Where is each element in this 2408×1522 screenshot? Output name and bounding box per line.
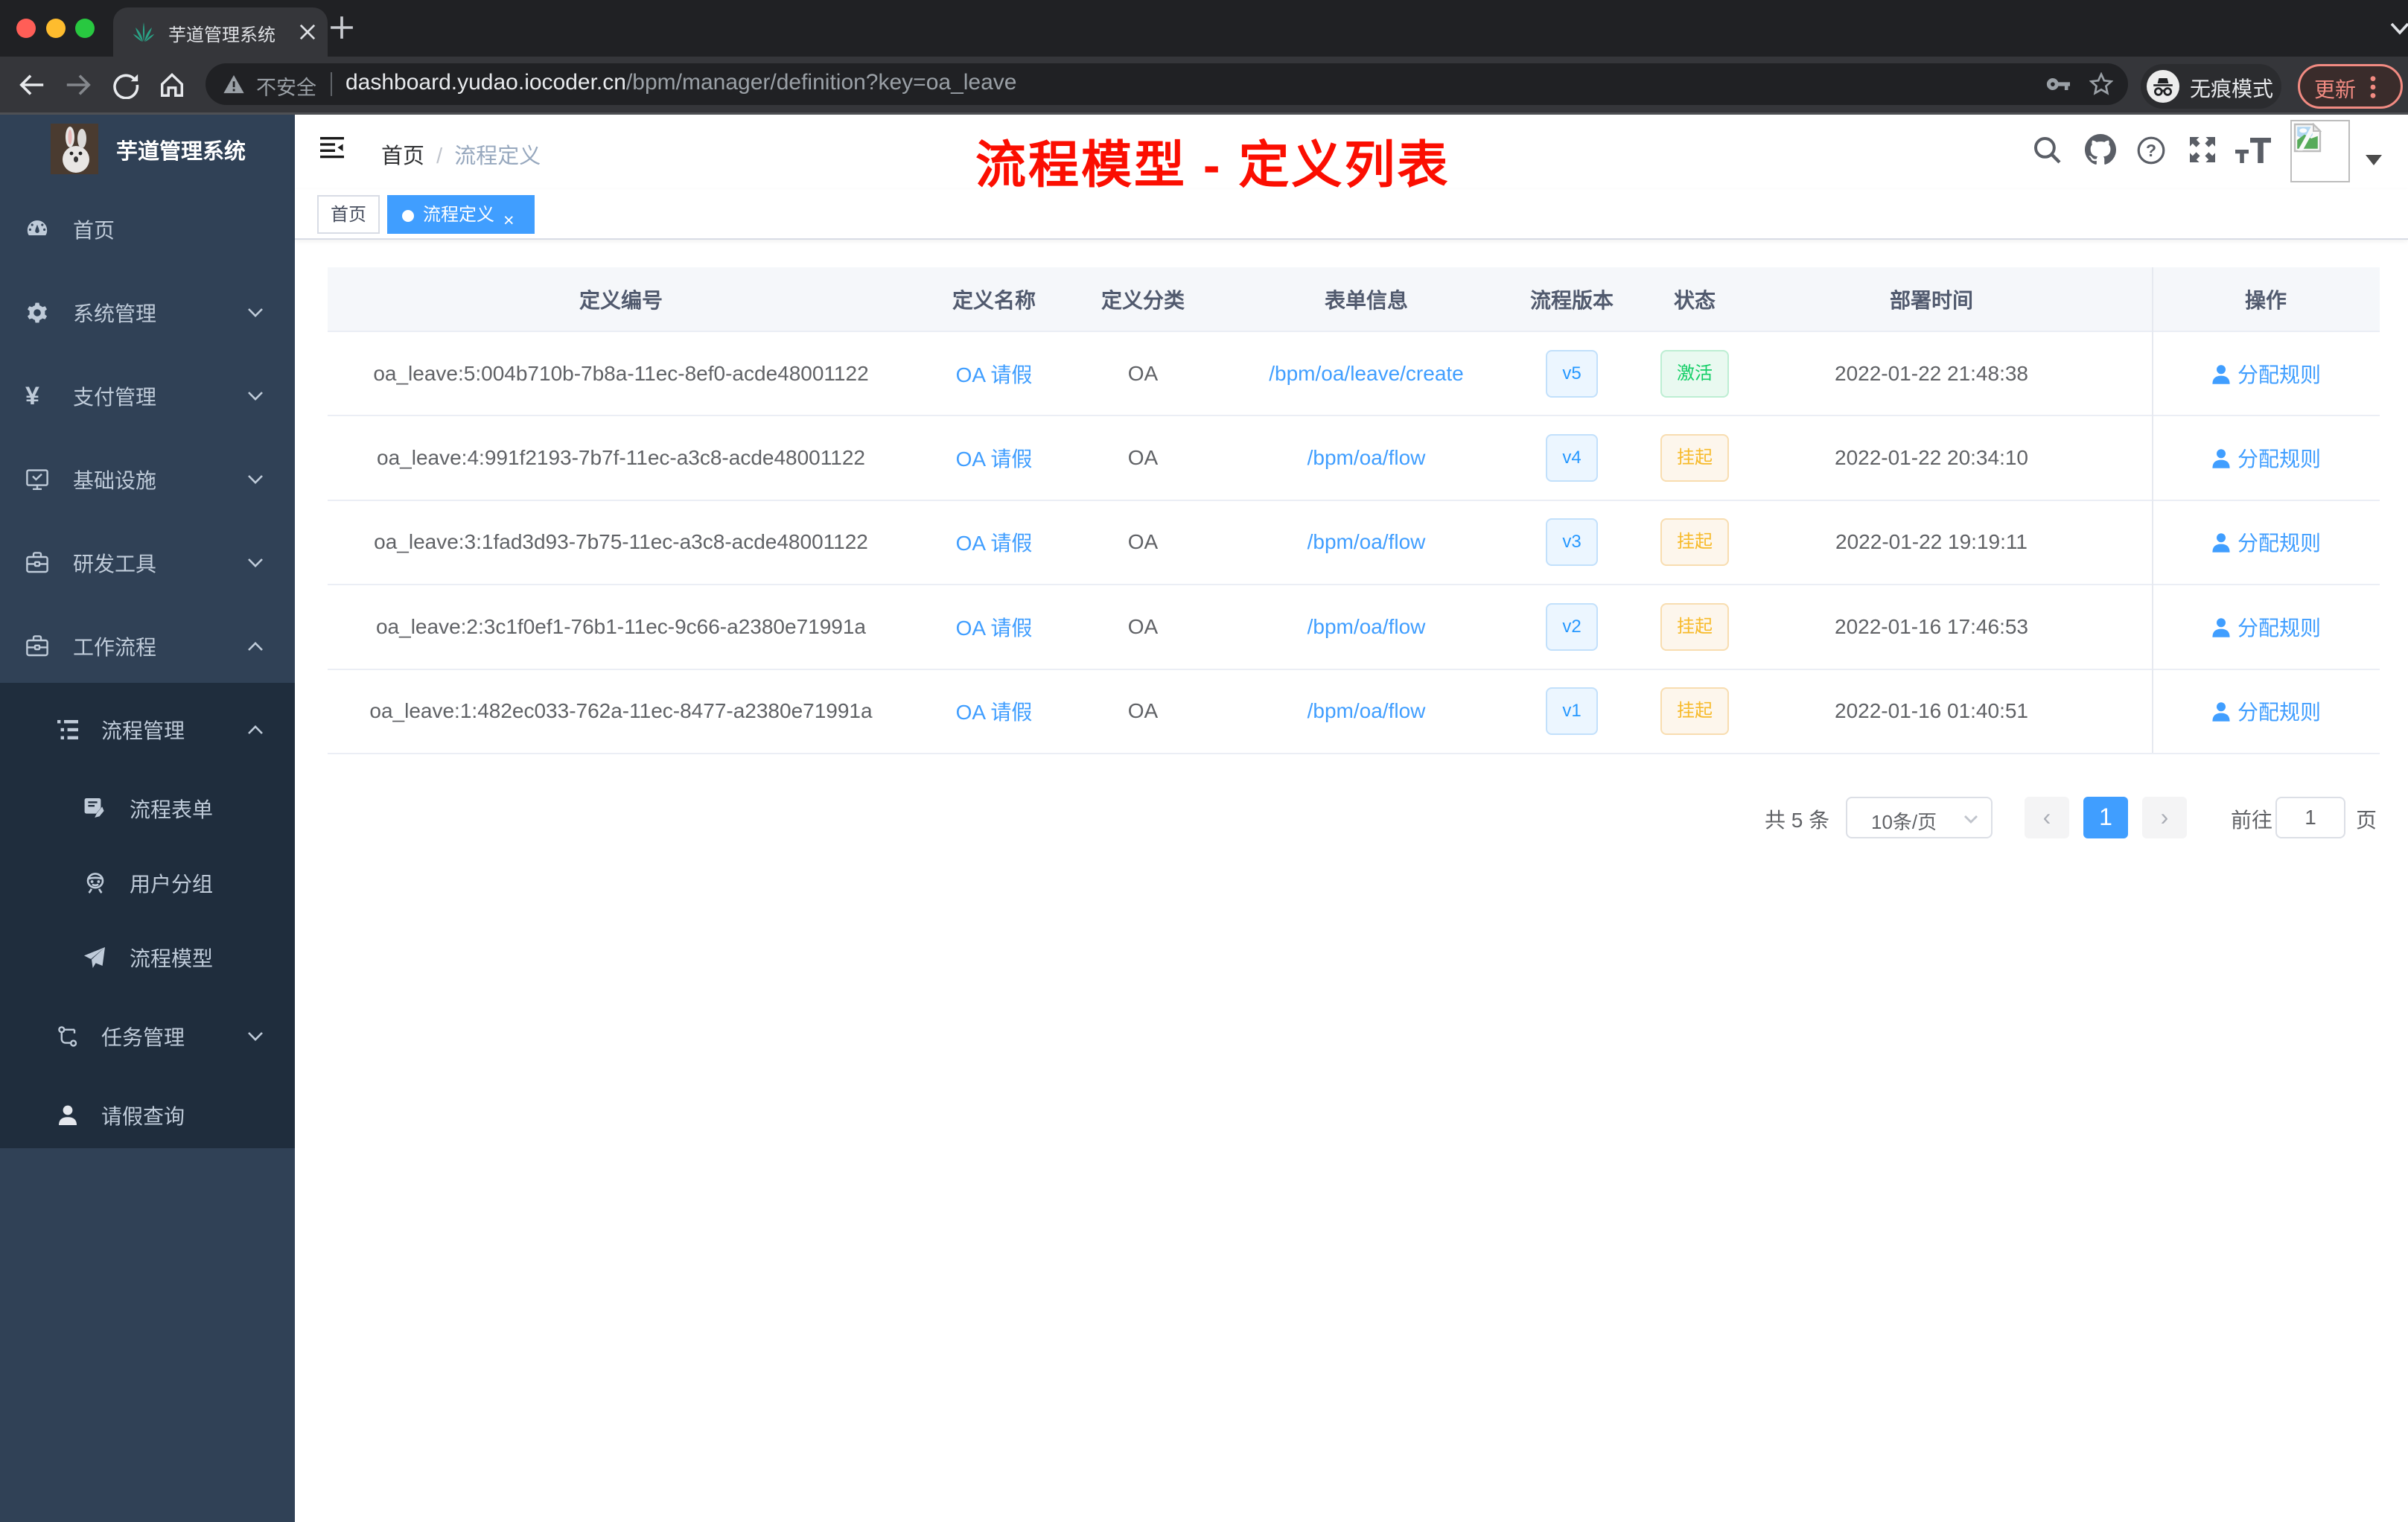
svg-text:?: ? <box>2146 141 2156 160</box>
